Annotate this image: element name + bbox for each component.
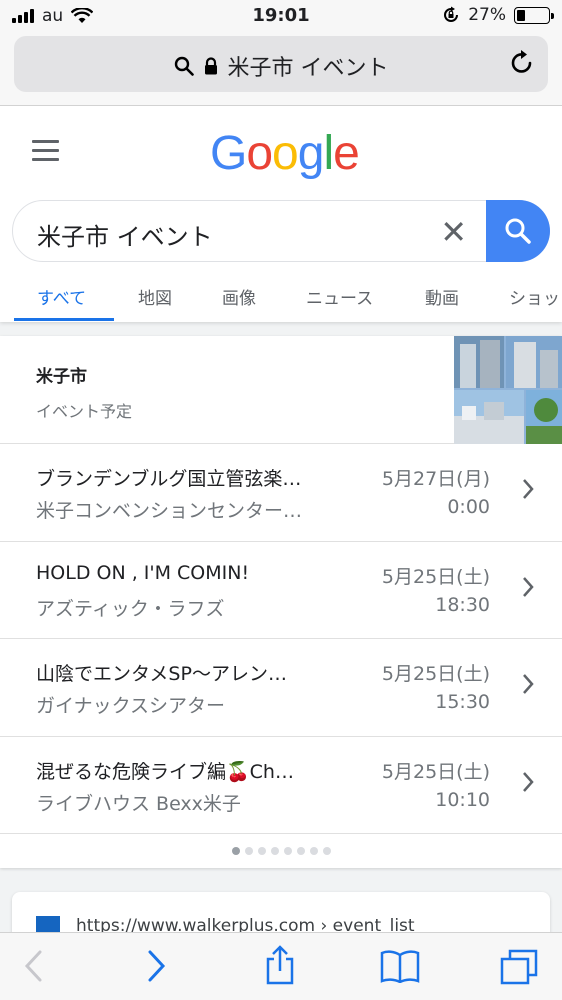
chevron-right-icon bbox=[523, 771, 534, 792]
carousel-dot[interactable] bbox=[296, 847, 305, 855]
event-time: 15:30 bbox=[435, 691, 490, 713]
search-tabs: すべて 地図 画像 ニュース 動画 ショッ bbox=[0, 276, 562, 322]
event-venue: ライブハウス Bexx米子 bbox=[36, 792, 241, 815]
status-bar: au 19:01 27% bbox=[0, 0, 562, 32]
carousel-dot[interactable] bbox=[244, 847, 253, 855]
chevron-right-icon bbox=[523, 479, 534, 499]
event-date: 5月25日(土) bbox=[381, 663, 490, 685]
event-venue: 米子コンベンションセンター… bbox=[36, 500, 303, 522]
tab-videos[interactable]: 動画 bbox=[425, 284, 459, 309]
browser-toolbar bbox=[0, 932, 562, 1000]
tab-maps[interactable]: 地図 bbox=[138, 284, 172, 309]
hamburger-menu-icon[interactable] bbox=[32, 140, 59, 167]
walkerplus-favicon-icon bbox=[36, 916, 60, 932]
logo-letter: o bbox=[246, 127, 273, 180]
carousel-page-indicator[interactable] bbox=[0, 834, 562, 868]
google-logo[interactable]: Google bbox=[210, 126, 360, 181]
back-icon[interactable] bbox=[22, 949, 44, 983]
battery-percent: 27% bbox=[468, 5, 506, 25]
carousel-dot[interactable] bbox=[309, 847, 318, 855]
chevron-right-icon bbox=[523, 674, 534, 694]
event-time: 0:00 bbox=[447, 496, 490, 518]
city-thumbnail bbox=[454, 336, 562, 444]
browser-address-area: 米子市 イベント bbox=[0, 32, 562, 106]
events-card: 米子市 イベント予定 ブランデンブルグ国立管弦楽… 米子コンベンションセンター…… bbox=[0, 336, 562, 868]
carousel-dot[interactable] bbox=[257, 847, 266, 855]
event-row[interactable]: HOLD ON , I'M COMIN! アズティック・ラフズ 5月25日(土)… bbox=[0, 542, 562, 639]
event-time: 18:30 bbox=[435, 593, 490, 616]
tabs-icon[interactable] bbox=[500, 949, 538, 985]
event-date: 5月27日(月) bbox=[381, 468, 490, 490]
event-venue: ガイナックスシアター bbox=[36, 695, 226, 717]
carousel-dot[interactable] bbox=[322, 847, 331, 855]
event-row[interactable]: ブランデンブルグ国立管弦楽… 米子コンベンションセンター… 5月27日(月) 0… bbox=[0, 444, 562, 542]
address-text: 米子市 イベント bbox=[227, 56, 389, 81]
event-name: ブランデンブルグ国立管弦楽… bbox=[36, 468, 302, 490]
event-name: 混ぜるな危険ライブ編🍒Ch… bbox=[36, 760, 294, 783]
lock-icon bbox=[204, 57, 217, 75]
search-result-card[interactable]: https://www.walkerplus.com › event_list bbox=[12, 892, 550, 932]
events-card-title: 米子市 bbox=[36, 367, 87, 387]
search-icon bbox=[505, 218, 531, 244]
event-date: 5月25日(土) bbox=[381, 565, 490, 588]
forward-icon[interactable] bbox=[146, 949, 168, 983]
result-url[interactable]: https://www.walkerplus.com › event_list bbox=[76, 916, 415, 932]
carousel-dot[interactable] bbox=[231, 847, 240, 855]
events-card-subtitle: イベント予定 bbox=[36, 402, 133, 421]
share-icon[interactable] bbox=[264, 945, 296, 985]
event-date: 5月25日(土) bbox=[381, 760, 490, 783]
tab-news[interactable]: ニュース bbox=[306, 284, 373, 309]
search-icon bbox=[174, 56, 194, 76]
address-bar[interactable]: 米子市 イベント bbox=[14, 36, 548, 92]
logo-letter: g bbox=[297, 127, 325, 180]
reload-icon[interactable] bbox=[510, 50, 534, 76]
clear-icon[interactable]: ✕ bbox=[440, 213, 467, 251]
event-time: 10:10 bbox=[435, 788, 490, 811]
search-box: 米子市 イベント ✕ bbox=[12, 200, 550, 262]
active-tab-indicator bbox=[14, 318, 114, 321]
orientation-lock-icon bbox=[444, 6, 459, 22]
battery-icon bbox=[514, 6, 554, 24]
search-input[interactable]: 米子市 イベント bbox=[37, 217, 213, 252]
logo-letter: o bbox=[272, 127, 299, 180]
tab-shopping[interactable]: ショッ bbox=[509, 284, 560, 309]
tab-images[interactable]: 画像 bbox=[222, 284, 256, 309]
event-venue: アズティック・ラフズ bbox=[36, 597, 225, 620]
tab-all[interactable]: すべて bbox=[37, 284, 86, 309]
event-row[interactable]: 山陰でエンタメSP〜アレン… ガイナックスシアター 5月25日(土) 15:30 bbox=[0, 639, 562, 737]
event-list: ブランデンブルグ国立管弦楽… 米子コンベンションセンター… 5月27日(月) 0… bbox=[0, 444, 562, 834]
carousel-dot[interactable] bbox=[283, 847, 292, 855]
logo-letter: G bbox=[210, 127, 247, 180]
logo-letter: l bbox=[323, 127, 334, 180]
carousel-dot[interactable] bbox=[270, 847, 279, 855]
events-card-header[interactable]: 米子市 イベント予定 bbox=[0, 336, 562, 444]
chevron-right-icon bbox=[523, 576, 534, 597]
event-name: HOLD ON , I'M COMIN! bbox=[36, 561, 250, 584]
search-button[interactable] bbox=[486, 200, 550, 262]
event-row[interactable]: 混ぜるな危険ライブ編🍒Ch… ライブハウス Bexx米子 5月25日(土) 10… bbox=[0, 737, 562, 834]
logo-letter: e bbox=[333, 127, 360, 180]
event-name: 山陰でエンタメSP〜アレン… bbox=[36, 663, 287, 685]
google-results-page: Google 米子市 イベント ✕ すべて 地図 画像 ニュース 動画 ショッ … bbox=[0, 106, 562, 932]
google-header: Google 米子市 イベント ✕ すべて 地図 画像 ニュース 動画 ショッ bbox=[0, 106, 562, 322]
bookmarks-icon[interactable] bbox=[380, 949, 420, 983]
